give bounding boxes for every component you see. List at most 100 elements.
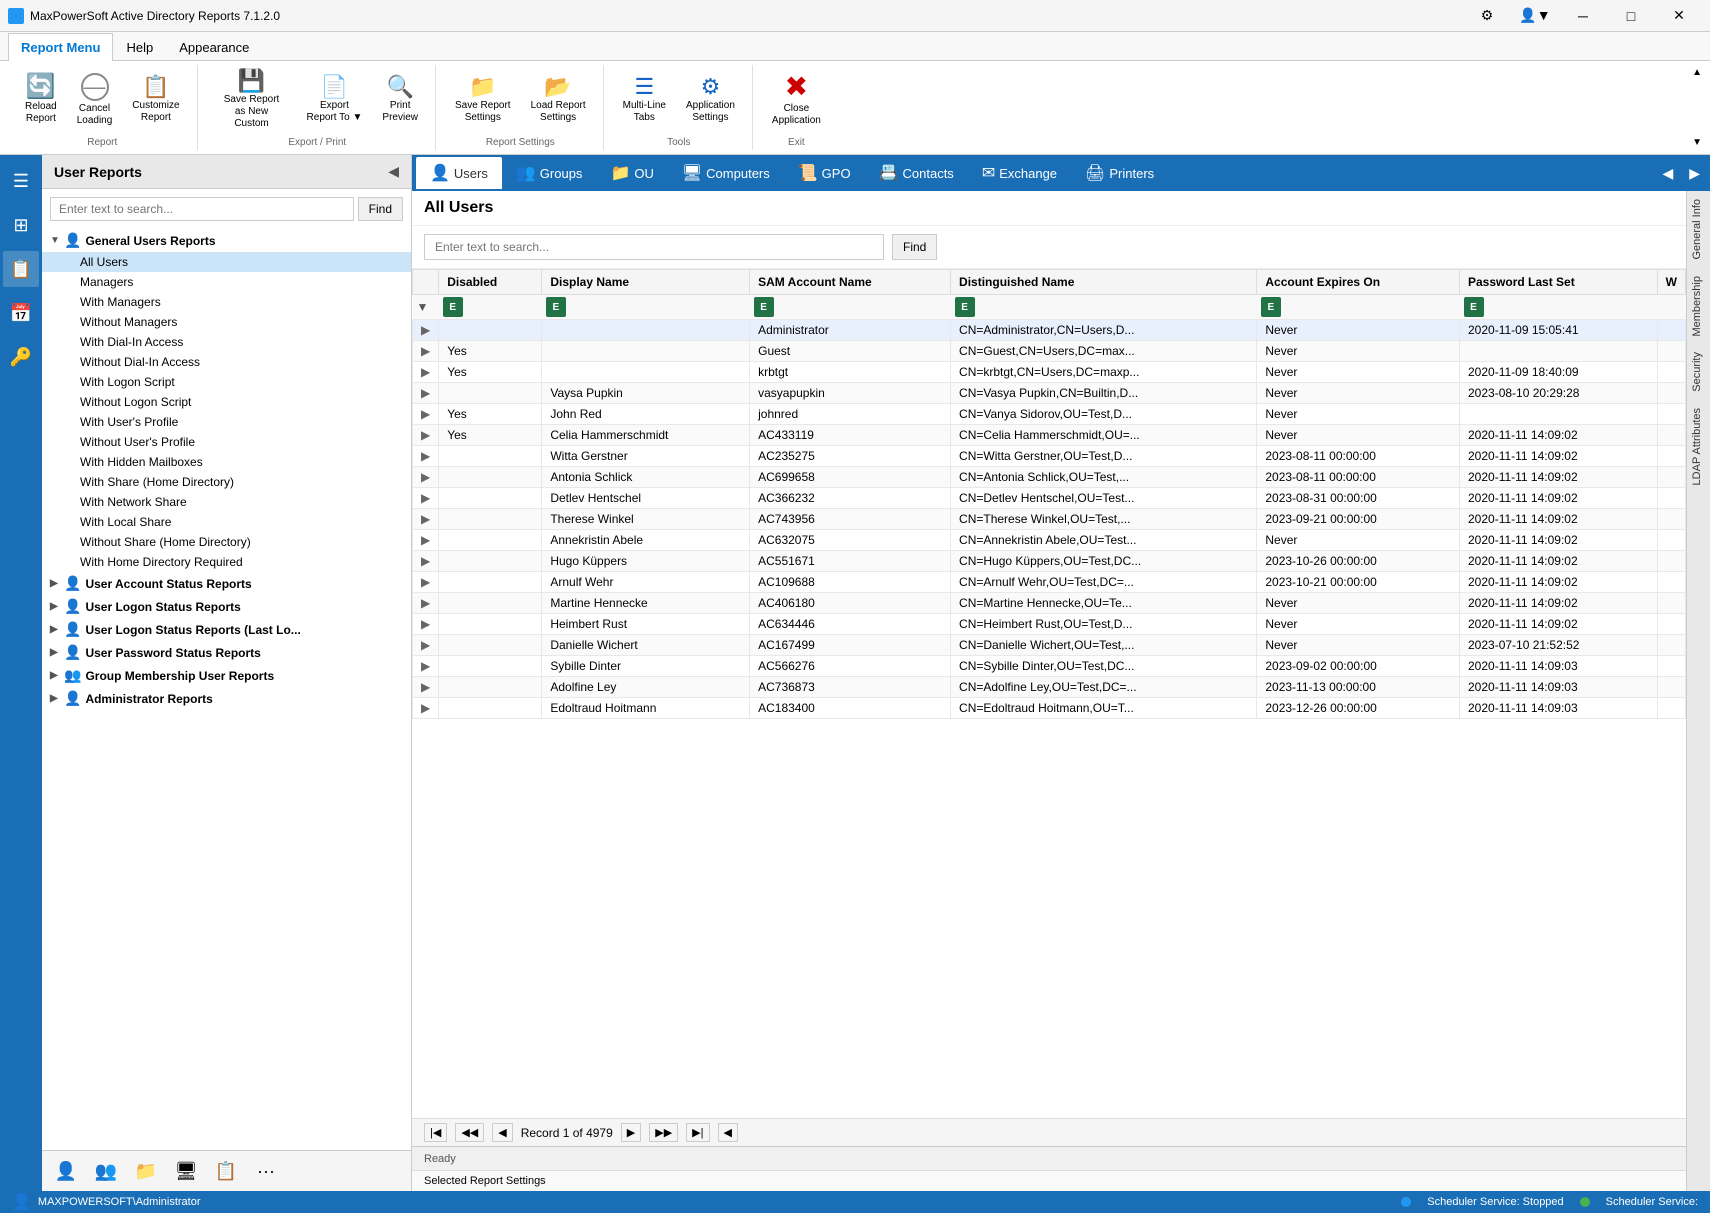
row-expand-1[interactable]: ▶	[413, 341, 439, 362]
col-w[interactable]: W	[1657, 270, 1685, 295]
tree-item-9[interactable]: With User's Profile	[42, 412, 411, 432]
bottom-icon-more[interactable]: ···	[250, 1155, 282, 1187]
tree-item-7[interactable]: With Logon Script	[42, 372, 411, 392]
col-expires[interactable]: Account Expires On	[1257, 270, 1460, 295]
row-expand-4[interactable]: ▶	[413, 404, 439, 425]
row-expand-14[interactable]: ▶	[413, 614, 439, 635]
col-dn[interactable]: Distinguished Name	[951, 270, 1257, 295]
load-report-settings-btn[interactable]: 📂 Load ReportSettings	[522, 71, 595, 129]
bottom-icon-group[interactable]: 👥	[90, 1155, 122, 1187]
nav-prev[interactable]: ◀	[492, 1123, 512, 1142]
tab-contacts[interactable]: 📇 Contacts	[865, 157, 968, 189]
col-disabled[interactable]: Disabled	[439, 270, 542, 295]
filter-dn-col[interactable]: E	[951, 295, 1257, 320]
row-expand-6[interactable]: ▶	[413, 446, 439, 467]
table-row[interactable]: ▶ Annekristin Abele AC632075 CN=Annekris…	[413, 530, 1686, 551]
sidebar-icon-dashboard[interactable]: ⊞	[3, 207, 39, 243]
sidebar-icon-reports[interactable]: 📋	[3, 251, 39, 287]
nav-next-10[interactable]: ▶▶	[649, 1123, 678, 1142]
filter-pwd-icon[interactable]: E	[1464, 297, 1484, 317]
nav-first[interactable]: |◀	[424, 1123, 447, 1142]
filter-distinguished-icon[interactable]: E	[955, 297, 975, 317]
bottom-icon-admin[interactable]: 📋	[210, 1155, 242, 1187]
sidepanel-general-info[interactable]: General Info	[1687, 191, 1710, 268]
row-expand-17[interactable]: ▶	[413, 677, 439, 698]
tree-item-6[interactable]: Without Dial-In Access	[42, 352, 411, 372]
tab-exchange[interactable]: ✉ Exchange	[968, 157, 1071, 189]
tree-item-17[interactable]: ▶👤User Account Status Reports	[42, 572, 411, 595]
table-row[interactable]: ▶ Yes Celia Hammerschmidt AC433119 CN=Ce…	[413, 425, 1686, 446]
minimize-btn[interactable]: ─	[1560, 0, 1606, 32]
tree-item-19[interactable]: ▶👤User Logon Status Reports (Last Lo...	[42, 618, 411, 641]
table-row[interactable]: ▶ Edoltraud Hoitmann AC183400 CN=Edoltra…	[413, 698, 1686, 719]
customize-report-btn[interactable]: 📋 CustomizeReport	[123, 71, 188, 129]
close-application-btn[interactable]: ✖ CloseApplication	[763, 68, 830, 132]
tree-item-13[interactable]: With Network Share	[42, 492, 411, 512]
table-row[interactable]: ▶ Yes krbtgt CN=krbtgt,CN=Users,DC=maxp.…	[413, 362, 1686, 383]
row-expand-11[interactable]: ▶	[413, 551, 439, 572]
maximize-btn[interactable]: □	[1608, 0, 1654, 32]
bottom-icon-folder[interactable]: 📁	[130, 1155, 162, 1187]
tree-item-21[interactable]: ▶👥Group Membership User Reports	[42, 664, 411, 687]
bottom-icon-computer[interactable]: 🖥	[170, 1155, 202, 1187]
tree-item-22[interactable]: ▶👤Administrator Reports	[42, 687, 411, 710]
table-row[interactable]: ▶ Therese Winkel AC743956 CN=Therese Win…	[413, 509, 1686, 530]
sidebar-icon-key[interactable]: 🔑	[3, 339, 39, 375]
app-settings-btn[interactable]: ⚙ ApplicationSettings	[677, 71, 744, 129]
settings-btn[interactable]: ⚙	[1464, 0, 1510, 32]
nav-horizontal[interactable]: ◀	[718, 1123, 738, 1142]
tree-item-20[interactable]: ▶👤User Password Status Reports	[42, 641, 411, 664]
sidepanel-ldap[interactable]: LDAP Attributes	[1687, 400, 1710, 493]
tree-item-12[interactable]: With Share (Home Directory)	[42, 472, 411, 492]
table-row[interactable]: ▶ Witta Gerstner AC235275 CN=Witta Gerst…	[413, 446, 1686, 467]
multi-line-tabs-btn[interactable]: ☰ Multi-LineTabs	[614, 71, 675, 129]
row-expand-13[interactable]: ▶	[413, 593, 439, 614]
table-row[interactable]: ▶ Danielle Wichert AC167499 CN=Danielle …	[413, 635, 1686, 656]
table-row[interactable]: ▶ Adolfine Ley AC736873 CN=Adolfine Ley,…	[413, 677, 1686, 698]
table-row[interactable]: ▶ Administrator CN=Administrator,CN=User…	[413, 320, 1686, 341]
tab-gpo[interactable]: 📜 GPO	[784, 157, 865, 189]
reload-report-btn[interactable]: 🔄 ReloadReport	[16, 70, 66, 130]
user-btn[interactable]: 👤▼	[1512, 0, 1558, 32]
table-row[interactable]: ▶ Heimbert Rust AC634446 CN=Heimbert Rus…	[413, 614, 1686, 635]
tab-nav-left[interactable]: ◀	[1656, 163, 1679, 184]
sidebar-icon-hamburger[interactable]: ☰	[3, 163, 39, 199]
row-expand-18[interactable]: ▶	[413, 698, 439, 719]
table-row[interactable]: ▶ Antonia Schlick AC699658 CN=Antonia Sc…	[413, 467, 1686, 488]
row-expand-10[interactable]: ▶	[413, 530, 439, 551]
tab-users[interactable]: 👤 Users	[416, 157, 502, 189]
collapse-panel-btn[interactable]: ◀	[388, 163, 399, 180]
filter-disabled[interactable]: E	[439, 295, 542, 320]
print-preview-btn[interactable]: 🔍 PrintPreview	[373, 71, 427, 129]
content-search-input[interactable]	[424, 234, 884, 260]
tree-item-3[interactable]: With Managers	[42, 292, 411, 312]
ribbon-scroll-up[interactable]: ▲	[1692, 67, 1702, 78]
tree-item-18[interactable]: ▶👤User Logon Status Reports	[42, 595, 411, 618]
table-row[interactable]: ▶ Arnulf Wehr AC109688 CN=Arnulf Wehr,OU…	[413, 572, 1686, 593]
save-report-new-btn[interactable]: 💾 Save Reportas New Custom	[208, 65, 296, 135]
export-report-btn[interactable]: 📄 ExportReport To ▼	[298, 71, 372, 129]
sidepanel-security[interactable]: Security	[1687, 344, 1710, 400]
content-find-btn[interactable]: Find	[892, 234, 937, 260]
tab-report-menu[interactable]: Report Menu	[8, 33, 113, 61]
table-row[interactable]: ▶ Vaysa Pupkin vasyapupkin CN=Vasya Pupk…	[413, 383, 1686, 404]
row-expand-2[interactable]: ▶	[413, 362, 439, 383]
col-pwd[interactable]: Password Last Set	[1460, 270, 1658, 295]
ribbon-scroll-down[interactable]: ▼	[1692, 137, 1702, 148]
tab-ou[interactable]: 📁 OU	[596, 157, 667, 189]
row-expand-3[interactable]: ▶	[413, 383, 439, 404]
nav-next[interactable]: ▶	[621, 1123, 641, 1142]
filter-expires[interactable]: E	[1257, 295, 1460, 320]
row-expand-15[interactable]: ▶	[413, 635, 439, 656]
tab-appearance[interactable]: Appearance	[166, 33, 262, 61]
table-row[interactable]: ▶ Yes Guest CN=Guest,CN=Users,DC=max... …	[413, 341, 1686, 362]
close-btn[interactable]: ✕	[1656, 0, 1702, 32]
tab-printers[interactable]: 🖨 Printers	[1071, 157, 1168, 189]
tab-nav-right[interactable]: ▶	[1683, 163, 1706, 184]
row-expand-12[interactable]: ▶	[413, 572, 439, 593]
table-row[interactable]: ▶ Hugo Küppers AC551671 CN=Hugo Küppers,…	[413, 551, 1686, 572]
row-expand-7[interactable]: ▶	[413, 467, 439, 488]
col-display-name[interactable]: Display Name	[542, 270, 750, 295]
tree-item-1[interactable]: All Users	[42, 252, 411, 272]
tree-item-15[interactable]: Without Share (Home Directory)	[42, 532, 411, 552]
